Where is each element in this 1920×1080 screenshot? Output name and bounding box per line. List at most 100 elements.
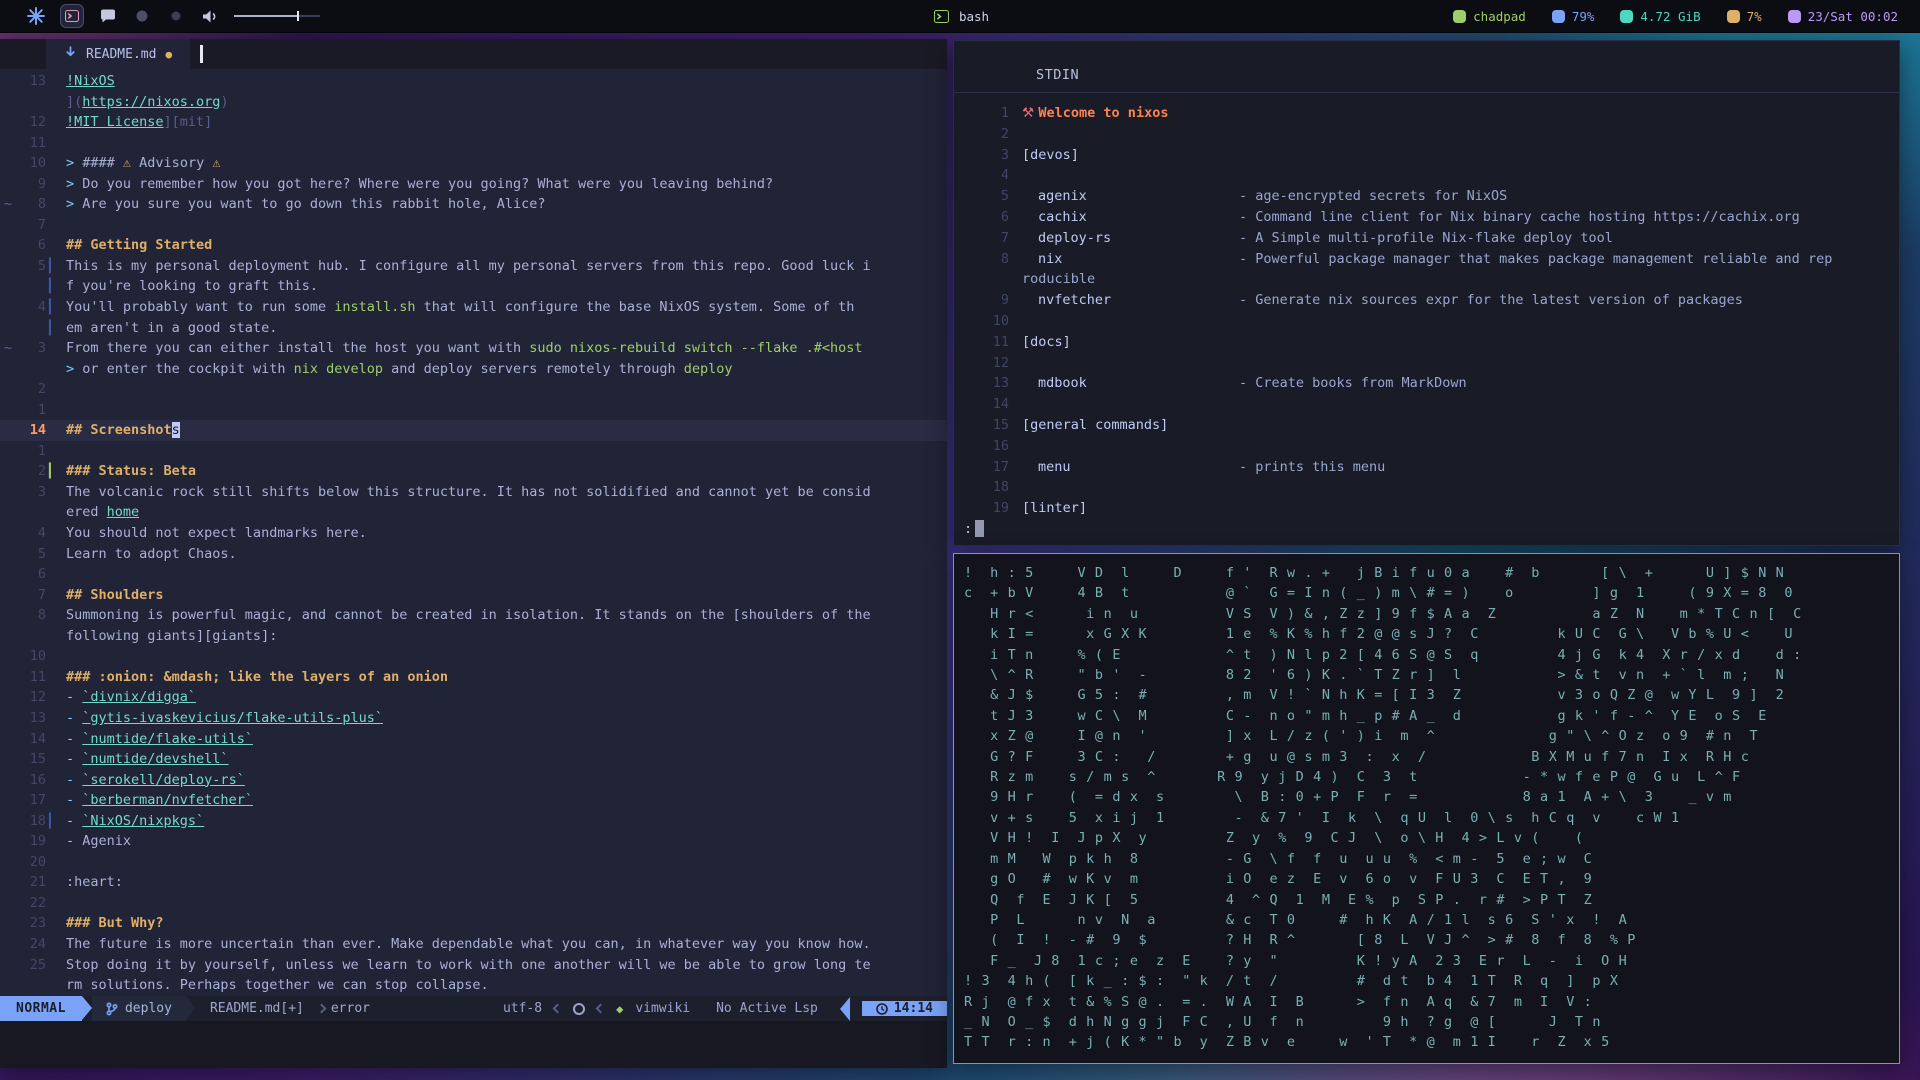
editor-line[interactable]: 10 <box>0 646 947 667</box>
editor-line[interactable]: 7 ## Shoulders <box>0 585 947 606</box>
editor-line[interactable]: 8 Summoning is powerful magic, and cannot… <box>0 605 947 626</box>
statusline-diagnostic: error <box>330 1001 370 1016</box>
terminal-window-matrix[interactable]: ! h : 5 V D l D f ' R w . + j B i f u 0 … <box>953 553 1900 1064</box>
editor-line[interactable]: ](https://nixos.org) <box>0 92 947 113</box>
editor-line[interactable]: 12 !MIT License][mit] <box>0 112 947 133</box>
terminal-line[interactable]: 17 menu - prints this menu <box>954 457 1899 478</box>
terminal-line[interactable]: 18 <box>954 477 1899 498</box>
editor-line[interactable]: 2 <box>0 379 947 400</box>
editor-line[interactable]: 11 ### :onion: &mdash; like the layers of… <box>0 667 947 688</box>
editor-line[interactable]: 6 <box>0 564 947 585</box>
editor-line[interactable]: > or enter the cockpit with nix develop … <box>0 359 947 380</box>
memory-icon <box>1620 9 1634 23</box>
markdown-link[interactable]: `serokell/deploy-rs` <box>82 772 245 788</box>
terminal-line[interactable]: 10 <box>954 311 1899 332</box>
editor-line[interactable]: 2 ▎ ### Status: Beta <box>0 461 947 482</box>
launcher-nix-icon[interactable] <box>26 6 46 26</box>
editor-line[interactable]: 7 <box>0 215 947 236</box>
markdown-link[interactable]: !MIT License <box>66 114 164 130</box>
editor-line[interactable]: 13- `gytis-ivaskevicius/flake-utils-plus… <box>0 708 947 729</box>
editor-line[interactable]: following giants][giants]: <box>0 626 947 647</box>
editor-line[interactable]: 1 <box>0 400 947 421</box>
tab-readme[interactable]: README.md ● <box>46 39 191 69</box>
terminal-line[interactable]: 11 [docs] <box>954 332 1899 353</box>
editor-line[interactable]: 1 <box>0 441 947 462</box>
editor-line[interactable]: 6 ## Getting Started <box>0 235 947 256</box>
terminal-line[interactable]: 16 <box>954 436 1899 457</box>
markdown-link[interactable]: home <box>107 504 140 520</box>
clock-icon <box>876 1002 888 1015</box>
editor-line[interactable]: 17- `berberman/nvfetcher` <box>0 790 947 811</box>
editor-line[interactable]: 5 ▎ This is my personal deployment hub. I … <box>0 256 947 277</box>
editor-line[interactable]: 14 ## Screenshots <box>0 420 947 441</box>
editor-line[interactable]: ▎ f you're looking to graft this. <box>0 276 947 297</box>
editor-line[interactable]: 12- `divnix/digga` <box>0 687 947 708</box>
workspace-4-icon[interactable] <box>166 6 186 26</box>
editor-line[interactable]: 10 > #### ⚠ Advisory ⚠ <box>0 153 947 174</box>
statusline-right: utf-8 ◆ vimwiki No Active Lsp 14:14 <box>503 996 947 1021</box>
status-cpu[interactable]: 7% <box>1726 9 1762 24</box>
terminal-line[interactable]: 8 nix - Powerful package manager that make… <box>954 249 1899 270</box>
editor-line[interactable]: 24 The future is more uncertain than ever… <box>0 934 947 955</box>
editor-line[interactable]: 3 The volcanic rock still shifts below th… <box>0 482 947 503</box>
terminal-line[interactable]: 5 agenix - age-encrypted secrets for NixOS <box>954 186 1899 207</box>
volume-icon[interactable] <box>200 6 220 26</box>
volume-slider[interactable] <box>234 10 320 22</box>
terminal-line[interactable]: 2 <box>954 124 1899 145</box>
editor-line[interactable]: ~3 From there you can either install the … <box>0 338 947 359</box>
markdown-link[interactable]: `NixOS/nixpkgs` <box>82 813 204 829</box>
text-segment: - <box>66 709 83 726</box>
editor-line[interactable]: 13 !NixOS <box>0 71 947 92</box>
terminal-line[interactable]: 12 <box>954 353 1899 374</box>
terminal-line[interactable]: 7 deploy-rs - A Simple multi-profile Nix-f… <box>954 228 1899 249</box>
terminal-output[interactable]: 1 ⚒ Welcome to nixos 2 3 [devos] 4 5 agenix - ag… <box>954 93 1899 519</box>
markdown-link[interactable]: `gytis-ivaskevicius/flake-utils-plus` <box>82 710 383 726</box>
markdown-link[interactable]: `numtide/devshell` <box>82 751 228 767</box>
editor-buffer[interactable]: 13 !NixOS ](https://nixos.org) 12 !MIT Lic… <box>0 69 947 996</box>
terminal-line[interactable]: 3 [devos] <box>954 145 1899 166</box>
markdown-link[interactable]: !NixOS <box>66 73 115 89</box>
editor-line[interactable]: ered home <box>0 502 947 523</box>
editor-line[interactable]: 9 > Do you remember how you got here? Whe… <box>0 174 947 195</box>
terminal-line[interactable]: 9 nvfetcher - Generate nix sources expr fo… <box>954 290 1899 311</box>
editor-line[interactable]: rm solutions. Perhaps together we can st… <box>0 975 947 996</box>
terminal-line[interactable]: 14 <box>954 394 1899 415</box>
markdown-link[interactable]: `berberman/nvfetcher` <box>82 792 253 808</box>
editor-line[interactable]: 22 <box>0 893 947 914</box>
workspace-chat-icon[interactable] <box>98 6 118 26</box>
editor-line[interactable]: 20 <box>0 852 947 873</box>
terminal-line[interactable]: 4 <box>954 165 1899 186</box>
terminal-line[interactable]: 13 mdbook - Create books from MarkDown <box>954 373 1899 394</box>
terminal-line[interactable]: 1 ⚒ Welcome to nixos <box>954 103 1899 124</box>
git-branch[interactable]: deploy <box>91 996 186 1021</box>
editor-line[interactable]: 23 ### But Why? <box>0 913 947 934</box>
editor-line[interactable]: ▎ em aren't in a good state. <box>0 318 947 339</box>
status-vpn[interactable]: chadpad <box>1453 9 1526 24</box>
editor-line[interactable]: 11 <box>0 133 947 154</box>
editor-line[interactable]: 14- `numtide/flake-utils` <box>0 729 947 750</box>
editor-line[interactable]: 16- `serokell/deploy-rs` <box>0 770 947 791</box>
editor-line[interactable]: 4 ▎ You'll probably want to run some insta… <box>0 297 947 318</box>
markdown-link[interactable]: https://nixos.org <box>82 94 220 110</box>
status-memory[interactable]: 4.72 GiB <box>1620 9 1701 24</box>
status-disk[interactable]: 79% <box>1551 9 1594 24</box>
editor-line[interactable]: 21:heart: <box>0 872 947 893</box>
command-prompt[interactable]: : <box>964 520 985 537</box>
markdown-link[interactable]: `divnix/digga` <box>82 689 196 705</box>
status-clock[interactable]: 23/Sat 00:02 <box>1787 9 1898 24</box>
editor-line[interactable]: 18 ▎ - `NixOS/nixpkgs` <box>0 811 947 832</box>
editor-line[interactable]: 19- Agenix <box>0 831 947 852</box>
terminal-text: - prints this menu <box>1239 458 1386 475</box>
terminal-line[interactable]: 6 cachix - Command line client for Nix bin… <box>954 207 1899 228</box>
terminal-line[interactable]: 15 [general commands] <box>954 415 1899 436</box>
workspace-active-terminal[interactable] <box>60 4 84 28</box>
workspace-3-icon[interactable] <box>132 6 152 26</box>
terminal-line[interactable]: 19 [linter] <box>954 498 1899 519</box>
editor-line[interactable]: 25 Stop doing it by yourself, unless we l… <box>0 955 947 976</box>
editor-line[interactable]: 4 You should not expect landmarks here. <box>0 523 947 544</box>
editor-line[interactable]: 15- `numtide/devshell` <box>0 749 947 770</box>
markdown-link[interactable]: `numtide/flake-utils` <box>82 731 253 747</box>
terminal-line[interactable]: roducible <box>954 269 1899 290</box>
editor-line[interactable]: ~8 > Are you sure you want to go down thi… <box>0 194 947 215</box>
editor-line[interactable]: 5 Learn to adopt Chaos. <box>0 544 947 565</box>
